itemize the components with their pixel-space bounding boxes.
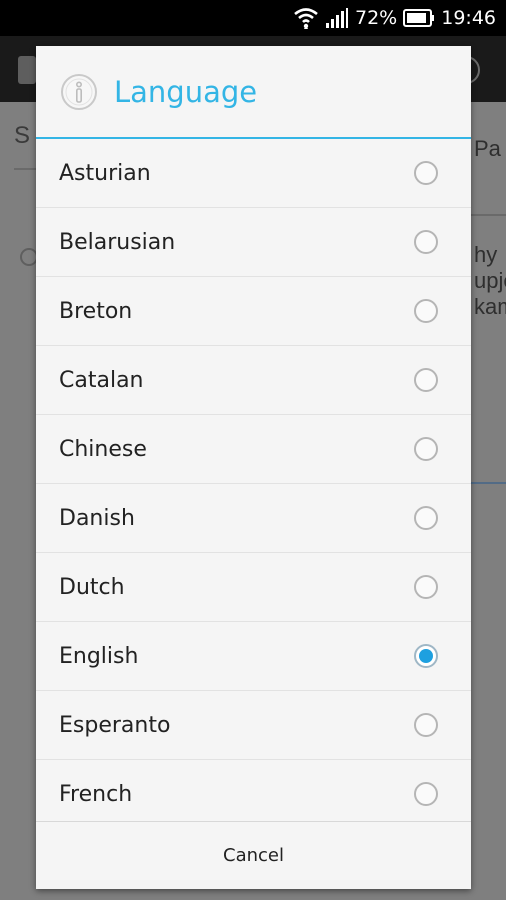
language-option-esperanto[interactable]: Esperanto — [36, 691, 471, 760]
language-dialog: Language Asturian Belarusian Breton Cata… — [36, 46, 471, 889]
radio-button[interactable] — [414, 299, 438, 323]
radio-button[interactable] — [414, 437, 438, 461]
language-option-breton[interactable]: Breton — [36, 277, 471, 346]
language-label: Belarusian — [59, 229, 176, 255]
info-icon — [60, 73, 98, 111]
language-label: Esperanto — [59, 712, 171, 738]
background-right-text: Pa — [474, 136, 501, 161]
language-label: Dutch — [59, 574, 125, 600]
dialog-title: Language — [114, 75, 258, 109]
radio-button[interactable] — [414, 368, 438, 392]
language-option-belarusian[interactable]: Belarusian — [36, 208, 471, 277]
language-option-catalan[interactable]: Catalan — [36, 346, 471, 415]
battery-percent: 72% — [355, 7, 398, 29]
radio-button[interactable] — [414, 575, 438, 599]
background-paragraph: hy upje kam — [474, 242, 506, 319]
radio-button[interactable] — [414, 161, 438, 185]
status-bar-right: 72% 19:46 — [293, 0, 496, 36]
radio-button-checked[interactable] — [414, 644, 438, 668]
language-list[interactable]: Asturian Belarusian Breton Catalan Chine… — [36, 139, 471, 821]
language-option-english[interactable]: English — [36, 622, 471, 691]
dialog-header: Language — [36, 46, 471, 138]
language-option-danish[interactable]: Danish — [36, 484, 471, 553]
status-bar: 72% 19:46 — [0, 0, 506, 36]
background-divider-blue — [470, 482, 506, 484]
cancel-button[interactable]: Cancel — [36, 822, 471, 889]
radio-button[interactable] — [414, 782, 438, 806]
wifi-icon — [293, 5, 319, 31]
background-divider-right — [470, 214, 506, 216]
language-option-chinese[interactable]: Chinese — [36, 415, 471, 484]
app-logo-icon — [18, 56, 36, 84]
radio-button[interactable] — [414, 713, 438, 737]
radio-button[interactable] — [414, 506, 438, 530]
radio-button[interactable] — [414, 230, 438, 254]
language-label: Asturian — [59, 160, 151, 186]
language-option-french[interactable]: French — [36, 760, 471, 821]
language-label: French — [59, 781, 133, 807]
language-option-dutch[interactable]: Dutch — [36, 553, 471, 622]
background-heading: S — [14, 122, 31, 149]
language-label: Danish — [59, 505, 135, 531]
language-option-asturian[interactable]: Asturian — [36, 139, 471, 208]
signal-icon — [325, 7, 349, 29]
language-label: Breton — [59, 298, 133, 324]
language-label: Chinese — [59, 436, 147, 462]
language-label: Catalan — [59, 367, 144, 393]
clock: 19:46 — [441, 7, 496, 29]
language-label: English — [59, 643, 139, 669]
battery-icon — [403, 9, 435, 27]
